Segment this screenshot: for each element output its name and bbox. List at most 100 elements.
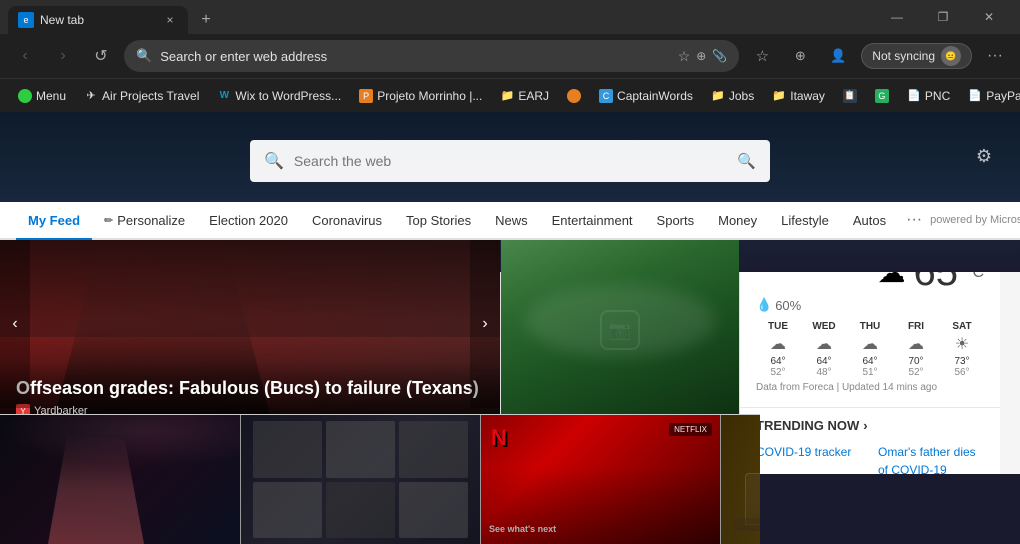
- air-favicon: ✈: [84, 89, 98, 103]
- settings-icon[interactable]: ⚙: [968, 140, 1000, 172]
- tab-personalize[interactable]: ✏ Personalize: [92, 202, 197, 240]
- web-search-bar[interactable]: 🔍 🔍: [250, 140, 770, 182]
- folder-icon: 📁: [500, 89, 514, 103]
- tab-money[interactable]: Money: [706, 202, 769, 240]
- bookmark-projeto[interactable]: P Projeto Morrinho |...: [351, 86, 490, 106]
- bottom-row: N NETFLIX See what's next: [0, 414, 760, 544]
- precip-value: 60%: [775, 298, 801, 313]
- bookmark-pnc[interactable]: 📄 PNC: [899, 86, 958, 106]
- pencil-icon: ✏: [104, 214, 113, 227]
- main-carousel: Offseason grades: Fabulous (Bucs) to fai…: [0, 240, 500, 434]
- nav-more-button[interactable]: ···: [898, 201, 930, 239]
- search-magnify-icon[interactable]: 🔍: [737, 152, 756, 170]
- bookmark-label: Projeto Morrinho |...: [377, 89, 482, 103]
- captainwords-favicon: C: [599, 89, 613, 103]
- orange-favicon: [567, 89, 581, 103]
- window-controls: — ❐ ✕: [874, 0, 1012, 34]
- web-search-input[interactable]: [294, 153, 727, 169]
- bookmark-earj[interactable]: 📁 EARJ: [492, 86, 557, 106]
- forecast-temps-thu: 64° 51°: [862, 356, 877, 378]
- bookmark-captainwords[interactable]: C CaptainWords: [591, 86, 701, 106]
- bookmark-label: Menu: [36, 89, 66, 103]
- read-view-icon[interactable]: ⊕: [696, 49, 706, 63]
- trending-item-1[interactable]: COVID-19 tracker: [756, 441, 862, 474]
- trending-item-2[interactable]: Omar's father dies of COVID-19: [878, 441, 984, 474]
- profile-icon[interactable]: 👤: [823, 41, 853, 71]
- favorites-icon[interactable]: ☆: [678, 48, 691, 65]
- bottom-card-1[interactable]: [0, 415, 240, 544]
- sync-button[interactable]: Not syncing 😐: [861, 43, 972, 69]
- bookmark-clipboard[interactable]: 📋: [835, 86, 865, 106]
- forecast-temps-tue: 64° 52°: [770, 356, 785, 378]
- mid-story-image[interactable]: 📷: [501, 240, 739, 420]
- bookmark-label: Air Projects Travel: [102, 89, 199, 103]
- forecast-icon-thu: ☁: [862, 334, 878, 354]
- forecast-thu: THU ☁ 64° 51°: [848, 321, 892, 378]
- close-button[interactable]: ✕: [966, 0, 1012, 34]
- bookmark-menu[interactable]: Menu: [10, 86, 74, 106]
- tab-entertainment[interactable]: Entertainment: [540, 202, 645, 240]
- forecast-fri: FRI ☁ 70° 52°: [894, 321, 938, 378]
- bookmark-jobs[interactable]: 📁 Jobs: [703, 86, 762, 106]
- bookmark-label: Itaway: [790, 89, 825, 103]
- tab-autos[interactable]: Autos: [841, 202, 898, 240]
- favorites-star-button[interactable]: ☆: [747, 41, 777, 71]
- back-button[interactable]: ‹: [10, 41, 40, 71]
- weather-forecast: TUE ☁ 64° 52° WED ☁ 64° 48°: [756, 321, 984, 378]
- forecast-temps-fri: 70° 52°: [908, 356, 923, 378]
- bookmark-orange-icon[interactable]: [559, 86, 589, 106]
- carousel-next-button[interactable]: ›: [470, 240, 500, 408]
- trending-list: COVID-19 tracker Omar's father dies of C…: [756, 441, 984, 474]
- bookmarks-bar: Menu ✈ Air Projects Travel W Wix to Word…: [0, 78, 1020, 112]
- refresh-button[interactable]: ↺: [86, 41, 116, 71]
- tab-area: e New tab × +: [8, 0, 874, 34]
- address-icons: ☆ ⊕ 📎: [678, 48, 728, 65]
- bookmark-green-g[interactable]: G: [867, 86, 897, 106]
- tab-favicon: e: [18, 12, 34, 28]
- tab-election[interactable]: Election 2020: [197, 202, 300, 240]
- bottom-card-3[interactable]: N NETFLIX See what's next: [480, 415, 720, 544]
- bookmark-air-projects[interactable]: ✈ Air Projects Travel: [76, 86, 207, 106]
- carousel-prev-button[interactable]: ‹: [0, 240, 30, 408]
- g-favicon: G: [875, 89, 889, 103]
- folder-icon: 📁: [772, 89, 786, 103]
- restore-button[interactable]: ❐: [920, 0, 966, 34]
- minimize-button[interactable]: —: [874, 0, 920, 34]
- tab-news[interactable]: News: [483, 202, 540, 240]
- tab-sports[interactable]: Sports: [645, 202, 707, 240]
- active-tab[interactable]: e New tab ×: [8, 6, 188, 34]
- bookmark-paypal[interactable]: 📄 PayPal: [960, 86, 1020, 106]
- tab-top-stories[interactable]: Top Stories: [394, 202, 483, 240]
- new-tab-button[interactable]: +: [192, 6, 220, 34]
- forward-button[interactable]: ›: [48, 41, 78, 71]
- search-icon: 🔍: [136, 48, 152, 64]
- forecast-icon-sat: ☀: [955, 334, 969, 354]
- bottom-card-2[interactable]: [240, 415, 480, 544]
- tab-coronavirus[interactable]: Coronavirus: [300, 202, 394, 240]
- more-options-button[interactable]: ···: [980, 41, 1010, 71]
- precip-icon: 💧: [756, 297, 772, 313]
- powered-by-label: powered by Microsoft News: [930, 214, 1020, 226]
- bookmark-label: PNC: [925, 89, 950, 103]
- main-story-card[interactable]: Offseason grades: Fabulous (Bucs) to fai…: [0, 240, 500, 434]
- bookmark-itaway[interactable]: 📁 Itaway: [764, 86, 833, 106]
- tab-lifestyle[interactable]: Lifestyle: [769, 202, 841, 240]
- bookmark-label: Jobs: [729, 89, 754, 103]
- bookmark-wix[interactable]: W Wix to WordPress...: [209, 86, 349, 106]
- bookmark-label: EARJ: [518, 89, 549, 103]
- wix-favicon: W: [217, 89, 231, 103]
- address-input-wrap[interactable]: 🔍 Search or enter web address ☆ ⊕ 📎: [124, 40, 739, 72]
- forecast-icon-wed: ☁: [816, 334, 832, 354]
- weather-footer: Data from Foreca | Updated 14 mins ago: [756, 378, 984, 397]
- forecast-icon-fri: ☁: [908, 334, 924, 354]
- trending-section: TRENDING NOW › COVID-19 tracker Omar's f…: [740, 408, 1000, 474]
- title-bar: e New tab × + — ❐ ✕: [0, 0, 1020, 34]
- search-icon: 🔍: [264, 151, 284, 171]
- bookmark-label: Wix to WordPress...: [235, 89, 341, 103]
- tab-close-button[interactable]: ×: [162, 12, 178, 28]
- bottom-card-4[interactable]: [720, 415, 760, 544]
- paypal-favicon: 📄: [968, 89, 982, 103]
- collections-icon[interactable]: 📎: [712, 49, 727, 63]
- collections-button[interactable]: ⊕: [785, 41, 815, 71]
- tab-my-feed[interactable]: My Feed: [16, 202, 92, 240]
